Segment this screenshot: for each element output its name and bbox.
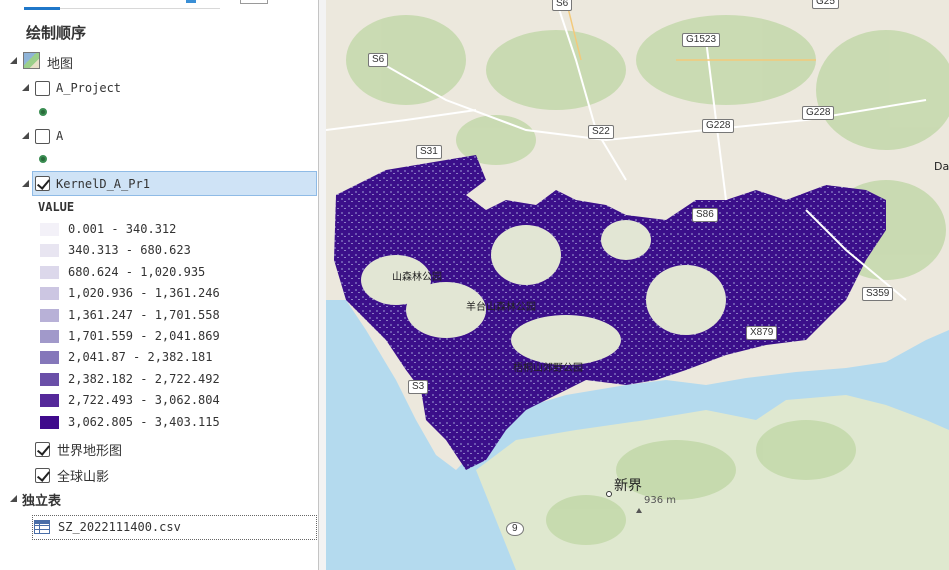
road-label: S3 — [408, 380, 429, 394]
point-symbol-icon — [39, 108, 47, 116]
tab-button-fragment[interactable] — [240, 0, 268, 4]
table-icon — [34, 520, 50, 534]
legend-label: 340.313 - 680.623 — [68, 243, 191, 258]
map-view[interactable]: S6 G25 G1523 S6 S22 G228 G228 S31 S86 S3… — [326, 0, 949, 570]
place-label: Da — [934, 160, 949, 173]
layer-checkbox-a-project[interactable] — [35, 81, 50, 96]
active-tab-indicator[interactable] — [24, 7, 60, 10]
road-label: S31 — [416, 145, 442, 159]
legend-swatch[interactable] — [40, 394, 59, 408]
place-label: 羊台山森林公园 — [466, 302, 536, 313]
map-icon — [23, 52, 40, 69]
road-label: S86 — [692, 208, 718, 222]
legend-swatch[interactable] — [40, 244, 59, 258]
basemap-label-hillshade[interactable]: 全球山影 — [57, 466, 109, 485]
legend-swatch[interactable] — [40, 330, 59, 343]
legend-swatch[interactable] — [40, 372, 59, 386]
legend-label: 1,701.559 - 2,041.869 — [68, 329, 220, 343]
standalone-tables-title: 独立表 — [22, 494, 62, 509]
place-label: 山森林公园 — [392, 272, 442, 283]
legend-swatch[interactable] — [40, 287, 59, 301]
legend-label: 1,361.247 - 1,701.558 — [68, 307, 220, 322]
road-label: S359 — [862, 287, 894, 301]
drawing-order-title: 绘制顺序 — [26, 24, 87, 42]
legend-label: 2,382.182 - 2,722.492 — [68, 371, 220, 386]
road-label: S6 — [552, 0, 573, 11]
layer-label-kerneld[interactable]: KernelD_A_Pr1 — [56, 177, 150, 191]
road-label: S6 — [368, 53, 389, 67]
map-node-label[interactable]: 地图 — [47, 53, 73, 72]
place-label: 新界 — [614, 478, 642, 494]
layer-expander-a-project[interactable] — [22, 84, 30, 92]
legend-swatch[interactable] — [40, 415, 59, 429]
pane-splitter[interactable] — [319, 0, 326, 570]
legend-label: 2,722.493 - 3,062.804 — [68, 393, 220, 408]
layer-expander-kerneld[interactable] — [22, 180, 30, 188]
road-label: S22 — [588, 125, 614, 139]
place-label: 梧桐山郊野公园 — [513, 363, 583, 374]
road-label: 9 — [506, 522, 524, 536]
standalone-tables-expander[interactable] — [10, 495, 18, 503]
legend-label: 0.001 - 340.312 — [68, 222, 177, 236]
road-label: G228 — [702, 119, 735, 133]
legend-swatch[interactable] — [40, 308, 59, 322]
road-label: G25 — [812, 0, 839, 9]
place-label: 936 m — [644, 495, 677, 506]
road-label: X879 — [746, 326, 778, 340]
legend-label: 1,020.936 - 1,361.246 — [68, 286, 220, 301]
tab-icon-fragment[interactable] — [186, 0, 196, 3]
layer-expander-a[interactable] — [22, 132, 30, 140]
basemap-checkbox-hillshade[interactable] — [35, 468, 50, 483]
layer-label-a[interactable]: A — [56, 129, 63, 143]
tab-divider — [60, 8, 220, 9]
legend-label: 2,041.87 - 2,382.181 — [68, 350, 213, 365]
layer-label-a-project[interactable]: A_Project — [56, 81, 121, 95]
legend-swatch[interactable] — [40, 351, 59, 365]
legend-label: 680.624 - 1,020.935 — [68, 264, 206, 279]
legend-swatch[interactable] — [40, 265, 59, 279]
point-symbol-icon — [39, 155, 47, 163]
legend-field-label: VALUE — [38, 200, 75, 214]
peak-marker-icon — [636, 508, 642, 513]
contents-pane: 绘制顺序 地图 A_Project A KernelD_A_Pr1 VALUE … — [0, 0, 326, 570]
basemap-label-topographic[interactable]: 世界地形图 — [57, 440, 122, 459]
basemap-checkbox-topographic[interactable] — [35, 442, 50, 457]
layer-checkbox-a[interactable] — [35, 129, 50, 144]
pane-tab-bar — [0, 0, 318, 12]
road-label: G1523 — [682, 33, 721, 47]
map-node-expander[interactable] — [10, 57, 18, 65]
layer-checkbox-kerneld[interactable] — [35, 176, 50, 191]
legend-swatch[interactable] — [40, 223, 59, 236]
road-label: G228 — [802, 106, 835, 120]
legend-label: 3,062.805 - 3,403.115 — [68, 414, 220, 429]
city-marker-icon — [606, 491, 612, 497]
table-label[interactable]: SZ_2022111400.csv — [58, 520, 181, 534]
